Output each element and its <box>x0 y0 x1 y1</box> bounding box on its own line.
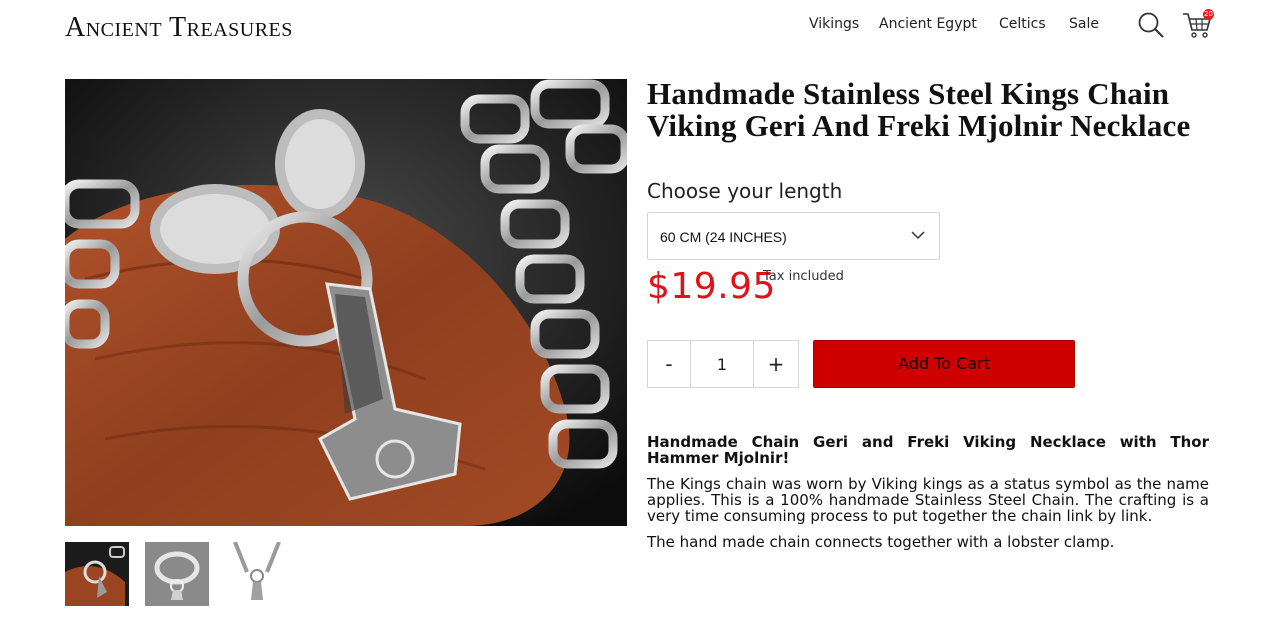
search-icon[interactable] <box>1137 11 1165 39</box>
product-main-image[interactable] <box>65 79 627 526</box>
tax-note: Tax included <box>763 269 844 284</box>
nav-item-sale[interactable]: Sale <box>1069 16 1099 32</box>
product-title: Handmade Stainless Steel Kings Chain Vik… <box>647 76 1191 143</box>
product-thumbnail[interactable] <box>225 542 289 606</box>
description-paragraph: The hand made chain connects together wi… <box>647 533 1115 551</box>
length-select[interactable]: 60 CM (24 INCHES) <box>647 212 940 260</box>
nav-item-vikings[interactable]: Vikings <box>809 16 859 32</box>
product-thumbnail[interactable] <box>145 542 209 606</box>
description-paragraph: The Kings chain was worn by Viking kings… <box>647 475 1209 525</box>
product-price: $19.95 <box>647 266 776 307</box>
quantity-input[interactable] <box>690 340 754 388</box>
chevron-down-icon <box>911 231 925 240</box>
quantity-decrease-button[interactable]: - <box>647 340 691 388</box>
cart-count-badge: 20 <box>1203 9 1214 20</box>
product-thumbnail[interactable] <box>65 542 129 606</box>
length-label: Choose your length <box>647 179 843 203</box>
site-logo[interactable]: Ancient Treasures <box>65 12 293 44</box>
length-select-value: 60 CM (24 INCHES) <box>660 229 787 245</box>
nav-item-celtics[interactable]: Celtics <box>999 16 1046 32</box>
description-heading: Handmade Chain Geri and Freki Viking Nec… <box>647 433 1209 467</box>
quantity-increase-button[interactable]: + <box>753 340 799 388</box>
add-to-cart-button[interactable]: Add To Cart <box>813 340 1075 388</box>
nav-item-ancient-egypt[interactable]: Ancient Egypt <box>879 16 977 32</box>
